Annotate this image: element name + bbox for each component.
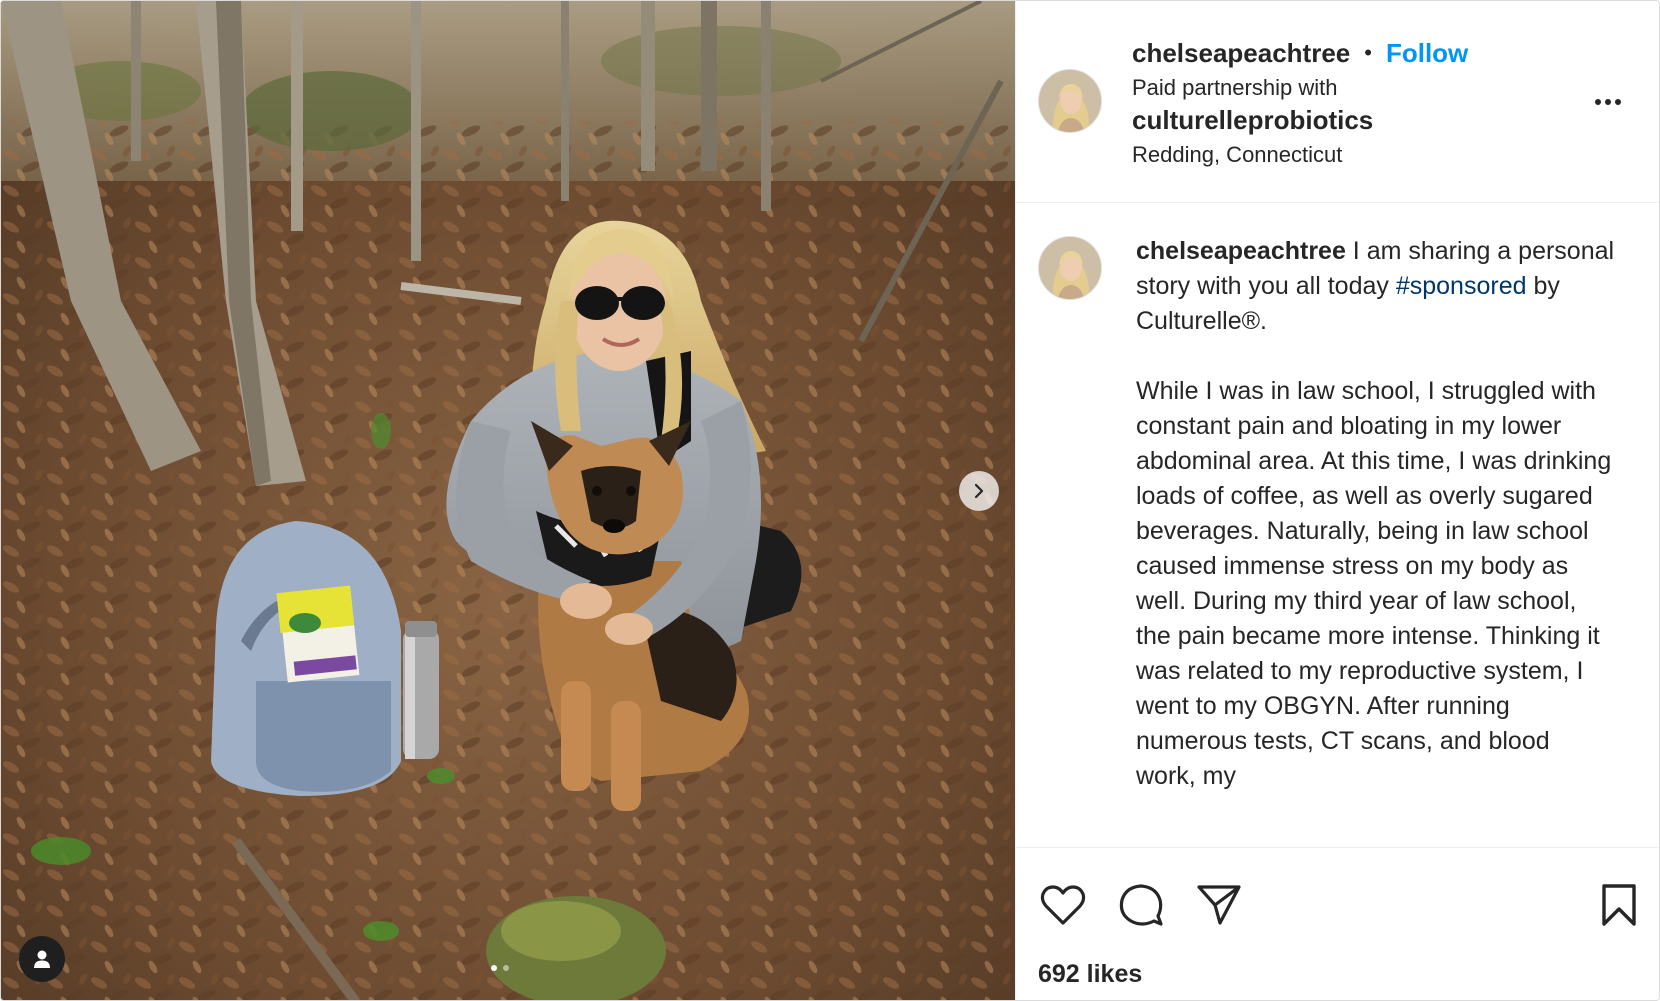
caption-intro: chelseapeachtree I am sharing a personal… [1136,234,1616,339]
post-photo [1,1,1015,1000]
paper-plane-icon [1197,885,1241,925]
author-avatar[interactable] [1038,69,1102,133]
post-details-panel: chelseapeachtree • Follow Paid partnersh… [1015,1,1659,1000]
next-media-button[interactable] [959,471,999,511]
comment-button[interactable] [1116,880,1166,930]
post-header: chelseapeachtree • Follow Paid partnersh… [1016,1,1659,203]
carousel-indicator [491,965,509,971]
header-info: chelseapeachtree • Follow Paid partnersh… [1132,35,1468,168]
more-options-icon-dot [1605,99,1611,105]
caption-author-avatar[interactable] [1038,236,1102,300]
likes-count[interactable]: 692 likes [1038,960,1142,989]
tagged-users-button[interactable] [19,936,65,982]
bookmark-icon [1602,884,1636,926]
paid-partnership-label[interactable]: Paid partnership with [1132,75,1468,101]
caption-paragraph: While I was in law school, I struggled w… [1136,377,1612,790]
more-options-button[interactable] [1586,87,1630,117]
caption-section[interactable]: chelseapeachtree I am sharing a personal… [1016,204,1659,847]
post-location[interactable]: Redding, Connecticut [1132,142,1468,168]
separator-dot: • [1364,40,1372,65]
post-actions: 692 likes [1016,847,1659,1000]
author-row: chelseapeachtree • Follow [1132,35,1468,71]
follow-button[interactable]: Follow [1386,38,1468,69]
more-options-icon [1595,99,1601,105]
more-options-icon-dot [1615,99,1621,105]
caption-username[interactable]: chelseapeachtree [1136,237,1346,265]
carousel-dot-active [491,965,497,971]
post-caption: chelseapeachtree I am sharing a personal… [1136,234,1616,794]
carousel-dot [503,965,509,971]
hashtag-link[interactable]: #sponsored [1396,272,1527,300]
like-button[interactable] [1038,880,1088,930]
user-tag-icon [34,950,50,968]
avatar-image [1039,70,1101,132]
post-media[interactable] [1,1,1015,1000]
avatar-image [1039,237,1101,299]
partner-username[interactable]: culturelleprobiotics [1132,105,1468,136]
comment-icon [1119,884,1163,926]
instagram-post: chelseapeachtree • Follow Paid partnersh… [0,0,1660,1001]
share-button[interactable] [1194,880,1244,930]
author-username[interactable]: chelseapeachtree [1132,38,1350,69]
chevron-right-icon [974,483,984,499]
heart-icon [1040,885,1086,925]
save-button[interactable] [1594,880,1644,930]
